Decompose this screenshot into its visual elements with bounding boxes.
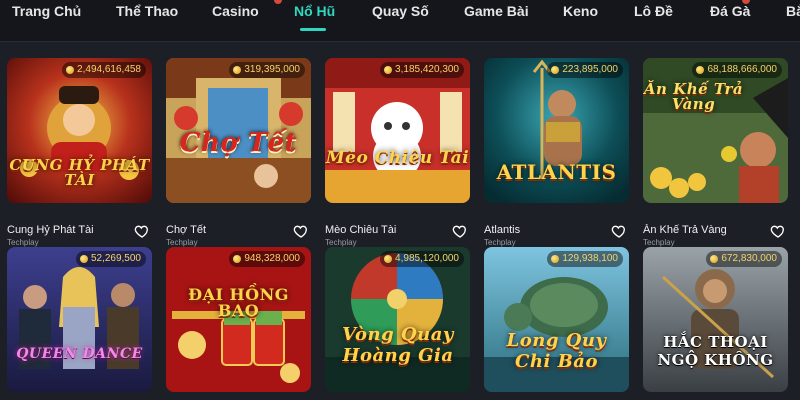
coin-icon — [551, 255, 560, 263]
jackpot-amount: 672,830,000 — [721, 253, 777, 264]
game-artwork — [325, 58, 470, 203]
game-art-title: QUEEN DANCE — [16, 346, 143, 362]
game-artwork — [325, 247, 470, 392]
game-thumbnail[interactable]: 52,269,500 QUEEN DANCE — [7, 247, 152, 392]
jackpot-badge: 948,328,000 — [229, 251, 305, 267]
game-thumbnail[interactable]: 68,188,666,000 Ăn Khế Trả Vàng — [643, 58, 788, 203]
game-thumbnail[interactable]: 948,328,000 ĐẠI HỒNG BAO — [166, 247, 311, 392]
game-art-title: Mèo Chiêu Tài — [325, 148, 470, 168]
game-art-title: Chợ Tết — [179, 128, 298, 158]
game-artwork — [643, 247, 788, 392]
nav-item-ban-ca[interactable]: Bắ — [786, 3, 800, 19]
jackpot-amount: 2,494,616,458 — [77, 64, 141, 75]
coin-icon — [710, 255, 719, 263]
game-provider: Techplay — [7, 238, 39, 247]
jackpot-amount: 3,185,420,300 — [395, 64, 459, 75]
active-tab-indicator — [300, 28, 326, 31]
top-nav: Trang Chủ Thể Thao Casino Nổ Hũ Quay Số … — [0, 0, 800, 42]
game-name[interactable]: Atlantis — [484, 224, 604, 236]
game-art-title: ATLANTIS — [496, 160, 617, 184]
game-name[interactable]: Mèo Chiêu Tài — [325, 224, 445, 236]
game-provider: Techplay — [166, 238, 198, 247]
jackpot-amount: 948,328,000 — [244, 253, 300, 264]
nav-item-trang-chu[interactable]: Trang Chủ — [12, 3, 81, 19]
game-art-title: ĐẠI HỒNG BAO — [188, 285, 289, 320]
jackpot-amount: 223,895,000 — [562, 64, 618, 75]
nav-item-keno[interactable]: Keno — [563, 3, 598, 19]
jackpot-badge: 319,395,000 — [229, 62, 305, 78]
nav-item-quay-so[interactable]: Quay Số — [372, 3, 429, 19]
coin-icon — [696, 66, 705, 74]
jackpot-badge: 52,269,500 — [75, 251, 146, 267]
nav-item-da-ga[interactable]: Đá Gà — [710, 3, 750, 19]
nav-item-lo-de[interactable]: Lô Đề — [634, 3, 673, 19]
jackpot-amount: 68,188,666,000 — [707, 64, 777, 75]
jackpot-amount: 52,269,500 — [90, 253, 141, 264]
jackpot-badge: 68,188,666,000 — [692, 62, 782, 78]
heart-icon[interactable] — [611, 223, 627, 239]
coin-icon — [233, 66, 242, 74]
casino-badge-dot — [274, 0, 282, 4]
heart-icon[interactable] — [770, 223, 786, 239]
coin-icon — [233, 255, 242, 263]
nav-item-game-bai[interactable]: Game Bài — [464, 3, 529, 19]
game-art-title: Vòng Quay Hoàng Gia — [342, 324, 454, 366]
jackpot-amount: 129,938,100 — [562, 253, 618, 264]
game-thumbnail[interactable]: 129,938,100 Long Quy Chi Bảo — [484, 247, 629, 392]
jackpot-badge: 4,985,120,000 — [380, 251, 464, 267]
coin-icon — [66, 66, 75, 74]
game-thumbnail[interactable]: 3,185,420,300 Mèo Chiêu Tài — [325, 58, 470, 203]
coin-icon — [79, 255, 88, 263]
game-thumbnail[interactable]: 223,895,000 ATLANTIS — [484, 58, 629, 203]
nav-item-the-thao[interactable]: Thể Thao — [116, 3, 178, 19]
nav-item-no-hu[interactable]: Nổ Hũ — [294, 3, 335, 19]
heart-icon[interactable] — [452, 223, 468, 239]
coin-icon — [551, 66, 560, 74]
game-thumbnail[interactable]: 2,494,616,458 CUNG HỶ PHÁT TÀI — [7, 58, 152, 203]
game-name[interactable]: Ăn Khế Trả Vàng — [643, 224, 763, 236]
game-name[interactable]: Chợ Tết — [166, 224, 286, 236]
game-artwork — [7, 247, 152, 392]
game-thumbnail[interactable]: 672,830,000 HẮC THOẠI NGỘ KHÔNG — [643, 247, 788, 392]
game-provider: Techplay — [325, 238, 357, 247]
coin-icon — [384, 66, 393, 74]
jackpot-amount: 319,395,000 — [244, 64, 300, 75]
game-provider: Techplay — [484, 238, 516, 247]
jackpot-amount: 4,985,120,000 — [395, 253, 459, 264]
jackpot-badge: 129,938,100 — [547, 251, 623, 267]
heart-icon[interactable] — [134, 223, 150, 239]
game-art-title: HẮC THOẠI NGỘ KHÔNG — [657, 333, 774, 369]
heart-icon[interactable] — [293, 223, 309, 239]
game-thumbnail[interactable]: 4,985,120,000 Vòng Quay Hoàng Gia — [325, 247, 470, 392]
game-art-title: Long Quy Chi Bảo — [506, 330, 607, 372]
game-thumbnail[interactable]: 319,395,000 Chợ Tết — [166, 58, 311, 203]
jackpot-badge: 672,830,000 — [706, 251, 782, 267]
jackpot-badge: 2,494,616,458 — [62, 62, 146, 78]
game-art-title: CUNG HỶ PHÁT TÀI — [9, 156, 150, 189]
game-art-title: Ăn Khế Trả Vàng — [643, 80, 744, 113]
jackpot-badge: 223,895,000 — [547, 62, 623, 78]
game-name[interactable]: Cung Hỷ Phát Tài — [7, 224, 127, 236]
game-provider: Techplay — [643, 238, 675, 247]
nav-item-casino[interactable]: Casino — [212, 3, 259, 19]
coin-icon — [384, 255, 393, 263]
game-grid: 2,494,616,458 CUNG HỶ PHÁT TÀI Cung Hỷ P… — [0, 42, 800, 400]
jackpot-badge: 3,185,420,300 — [380, 62, 464, 78]
